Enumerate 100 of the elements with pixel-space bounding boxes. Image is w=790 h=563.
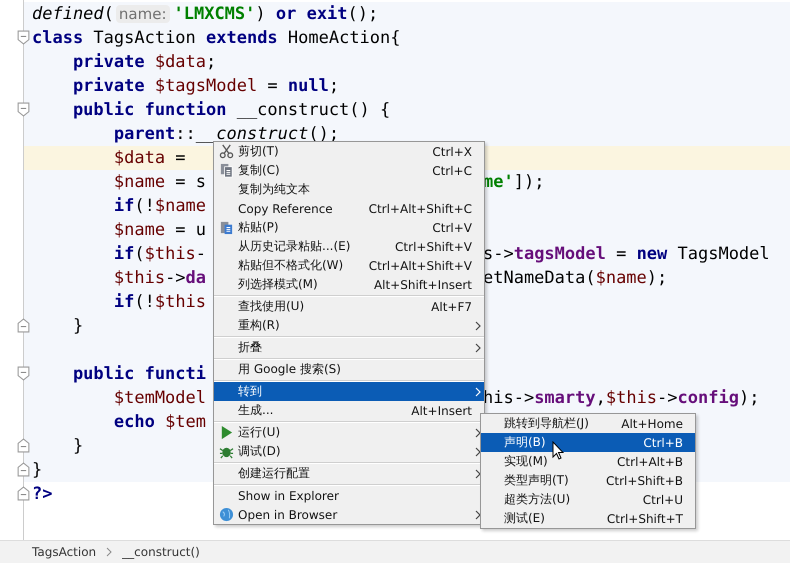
menu-item[interactable]: 转到: [214, 382, 484, 401]
code-variable: $this: [144, 244, 196, 264]
fold-marker-icon[interactable]: [17, 30, 30, 45]
code-variable: $this: [606, 388, 658, 408]
code-keyword: or exit: [276, 4, 348, 24]
breadcrumb-item[interactable]: __construct(): [122, 545, 200, 559]
code-variable: $data: [112, 148, 166, 168]
code-text: ): [255, 4, 267, 24]
code-keyword: null: [288, 76, 329, 96]
breadcrumb-item[interactable]: TagsAction: [32, 545, 96, 559]
code-keyword: private: [72, 76, 146, 96]
code-variable: $tem: [165, 412, 206, 432]
code-text: TagsAction: [93, 28, 197, 48]
menu-item[interactable]: Copy Reference Ctrl+Alt+Shift+C: [214, 199, 484, 218]
code-variable: $this: [154, 292, 206, 312]
code-keyword: new: [636, 244, 668, 264]
menu-item[interactable]: 粘贴(P) Ctrl+V: [214, 218, 484, 237]
code-text: );: [646, 268, 668, 288]
code-text: }: [32, 460, 42, 480]
code-text: =: [266, 76, 279, 96]
menu-item[interactable]: 跳转到导航栏(J) Alt+Home: [481, 414, 695, 433]
code-keyword: if: [112, 292, 134, 312]
menu-item[interactable]: 测试(E) Ctrl+Shift+T: [481, 509, 695, 528]
menu-item[interactable]: 超类方法(U) Ctrl+U: [481, 490, 695, 509]
menu-item[interactable]: 剪切(T) Ctrl+X: [214, 142, 484, 161]
code-text: etNameData(: [483, 268, 596, 288]
code-variable: $temModel: [112, 388, 206, 408]
fold-marker-icon[interactable]: [17, 102, 30, 117]
code-field: tagsModel: [514, 244, 606, 264]
fold-marker-icon[interactable]: [17, 366, 30, 381]
code-variable: $this: [112, 268, 166, 288]
menu-item[interactable]: 运行(U): [214, 423, 484, 442]
code-text: ]);: [514, 172, 544, 192]
code-text: (: [104, 4, 114, 24]
code-text: =: [615, 244, 628, 264]
code-text: }: [72, 316, 84, 336]
code-text: ,: [596, 388, 606, 408]
copy-icon: [218, 163, 234, 178]
code-text: s->: [483, 244, 514, 264]
menu-item[interactable]: 实现(M) Ctrl+Alt+B: [481, 452, 695, 471]
code-variable: $name: [596, 268, 647, 288]
code-keyword: public function: [72, 100, 228, 120]
code-function: defined: [32, 4, 104, 24]
code-text: (: [134, 244, 145, 264]
menu-item[interactable]: 类型声明(T) Ctrl+Shift+B: [481, 471, 695, 490]
code-text: -: [196, 244, 206, 264]
parameter-hint: name:: [116, 5, 170, 23]
globe-icon: [218, 507, 234, 522]
menu-item[interactable]: 重构(R): [214, 316, 484, 335]
menu-item[interactable]: 复制(C) Ctrl+C: [214, 161, 484, 180]
code-variable: $name: [154, 196, 206, 216]
code-keyword: extends: [206, 28, 279, 48]
menu-item[interactable]: 调试(D): [214, 442, 484, 461]
code-text: = u: [174, 220, 206, 240]
code-variable: $name: [112, 220, 166, 240]
code-function: __construct: [196, 124, 308, 144]
menu-item[interactable]: 用 Google 搜索(S): [214, 360, 484, 379]
code-text: TagsModel: [678, 244, 770, 264]
fold-marker-icon[interactable]: [17, 462, 30, 477]
code-text: ->: [657, 388, 678, 408]
scissors-icon: [218, 144, 234, 159]
code-variable: $data: [154, 52, 206, 72]
code-keyword: if: [112, 244, 134, 264]
code-keyword: private: [72, 52, 146, 72]
menu-item[interactable]: 查找使用(U) Alt+F7: [214, 297, 484, 316]
menu-item[interactable]: 生成... Alt+Insert: [214, 401, 484, 420]
menu-item[interactable]: 复制为纯文本: [214, 180, 484, 199]
fold-marker-icon[interactable]: [17, 438, 30, 453]
code-text: __construct() {: [236, 100, 390, 120]
code-text: =: [174, 148, 186, 168]
menu-item[interactable]: 创建运行配置: [214, 464, 484, 483]
code-variable: $tagsModel: [154, 76, 258, 96]
menu-item[interactable]: 从历史记录粘贴...(E) Ctrl+Shift+V: [214, 237, 484, 256]
code-text: HomeAction{: [288, 28, 400, 48]
code-text: ::: [175, 124, 196, 144]
code-text: ;: [206, 52, 216, 72]
code-keyword: class: [32, 28, 84, 48]
fold-marker-icon[interactable]: [17, 318, 30, 333]
code-keyword: parent: [112, 124, 176, 144]
code-keyword: public functi: [72, 364, 206, 384]
menu-item[interactable]: 列选择模式(M) Alt+Shift+Insert: [214, 275, 484, 294]
fold-marker-icon[interactable]: [17, 486, 30, 501]
code-text: ();: [308, 124, 340, 144]
menu-item[interactable]: 声明(B) Ctrl+B: [481, 433, 695, 452]
code-text: = s: [174, 172, 206, 192]
menu-item[interactable]: Show in Explorer: [214, 486, 484, 505]
menu-item[interactable]: 粘贴但不格式化(W) Ctrl+Alt+Shift+V: [214, 256, 484, 275]
code-field: config: [678, 388, 739, 408]
code-field: da: [186, 268, 206, 288]
code-keyword: echo: [112, 412, 156, 432]
code-text: (!: [134, 196, 155, 216]
menu-item[interactable]: Open in Browser: [214, 505, 484, 524]
code-keyword: if: [112, 196, 134, 216]
code-keyword: ?>: [32, 484, 52, 504]
mouse-pointer-icon: [552, 441, 564, 460]
code-string: 'LMXCMS': [174, 4, 256, 24]
code-variable: $name: [112, 172, 166, 192]
code-text: ;: [328, 76, 340, 96]
code-field: smarty: [534, 388, 596, 408]
code-text: );: [738, 388, 760, 408]
